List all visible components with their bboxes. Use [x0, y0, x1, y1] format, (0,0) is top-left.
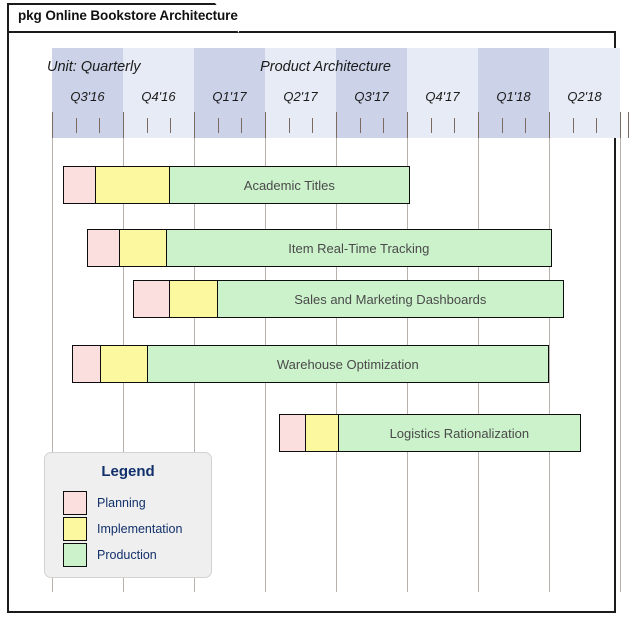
legend-swatch-implementation: [63, 517, 87, 541]
timeline-tick-minor: [217, 118, 219, 133]
timeline-quarter-label: Q2'17: [283, 89, 318, 104]
timeline-tick-major: [620, 112, 621, 138]
task-label: Academic Titles: [243, 177, 335, 193]
task-bar[interactable]: Logistics Rationalization: [279, 414, 581, 452]
timeline-tick-minor: [241, 118, 243, 133]
task-segment-implementation[interactable]: [95, 166, 171, 204]
task-label: Logistics Rationalization: [389, 425, 530, 441]
legend-label: Planning: [97, 496, 146, 510]
legend-title: Legend: [101, 463, 155, 480]
package-title-label: pkg Online Bookstore Architecture: [18, 8, 238, 23]
task-segment-planning[interactable]: [133, 280, 171, 318]
task-segment-production[interactable]: Item Real-Time Tracking: [165, 229, 552, 267]
task-segment-implementation[interactable]: [169, 280, 219, 318]
timeline-tick-minor: [596, 118, 598, 133]
timeline-quarter-label: Q4'17: [425, 89, 460, 104]
gridline-8: [620, 112, 621, 592]
task-segment-implementation[interactable]: [305, 414, 340, 452]
timeline-tick-major: [478, 112, 479, 138]
task-segment-planning[interactable]: [87, 229, 121, 267]
task-segment-planning[interactable]: [63, 166, 97, 204]
task-bar[interactable]: Warehouse Optimization: [72, 345, 549, 383]
task-bar[interactable]: Academic Titles: [63, 166, 410, 204]
diagram-canvas: Unit: Quarterly Product Architecture Q3'…: [0, 0, 635, 622]
timeline-tick-minor: [454, 118, 456, 133]
task-bar[interactable]: Item Real-Time Tracking: [87, 229, 552, 267]
task-segment-production[interactable]: Warehouse Optimization: [146, 345, 549, 383]
timeline-title: Product Architecture: [260, 59, 391, 75]
legend-label: Production: [97, 548, 157, 562]
timeline-quarter-label: Q4'16: [141, 89, 176, 104]
timeline-tick-major: [336, 112, 337, 138]
gridline-7: [549, 112, 550, 592]
legend-box: Legend Planning Implementation Production: [44, 452, 212, 578]
legend-label: Implementation: [97, 522, 183, 536]
task-label: Item Real-Time Tracking: [288, 240, 430, 256]
task-label: Sales and Marketing Dashboards: [294, 291, 487, 307]
timeline-tick-minor: [359, 118, 361, 133]
timeline-tick-minor: [525, 118, 527, 133]
timeline-tick-major: [194, 112, 195, 138]
task-segment-planning[interactable]: [279, 414, 307, 452]
task-segment-implementation[interactable]: [100, 345, 149, 383]
timeline-header: Unit: Quarterly Product Architecture Q3'…: [41, 48, 621, 138]
legend-swatch-planning: [63, 491, 87, 515]
legend-item-production: Production: [63, 543, 157, 567]
task-segment-planning[interactable]: [72, 345, 102, 383]
timeline-quarter-label: Q1'18: [496, 89, 531, 104]
task-segment-production[interactable]: Academic Titles: [168, 166, 410, 204]
timeline-tick-minor: [75, 118, 77, 133]
timeline-edge-tick: [628, 112, 629, 138]
task-segment-implementation[interactable]: [119, 229, 168, 267]
timeline-tick-minor: [383, 118, 385, 133]
timeline-quarter-label: Q2'18: [567, 89, 602, 104]
task-label: Warehouse Optimization: [276, 356, 419, 372]
timeline-tick-minor: [501, 118, 503, 133]
timeline-tick-minor: [430, 118, 432, 133]
timeline-tick-minor: [312, 118, 314, 133]
timeline-tick-minor: [146, 118, 148, 133]
task-segment-production[interactable]: Logistics Rationalization: [337, 414, 581, 452]
timeline-tick-minor: [572, 118, 574, 133]
task-segment-production[interactable]: Sales and Marketing Dashboards: [216, 280, 564, 318]
timeline-tick-minor: [99, 118, 101, 133]
timeline-quarter-label: Q3'16: [70, 89, 105, 104]
timeline-tick-major: [123, 112, 124, 138]
timeline-tick-minor: [170, 118, 172, 133]
task-bar[interactable]: Sales and Marketing Dashboards: [133, 280, 564, 318]
legend-swatch-production: [63, 543, 87, 567]
legend-item-implementation: Implementation: [63, 517, 182, 541]
timeline-quarter-label: Q1'17: [212, 89, 247, 104]
package-title-tab: pkg Online Bookstore Architecture: [7, 3, 239, 33]
timeline-tick-major: [407, 112, 408, 138]
timeline-tick-major: [549, 112, 550, 138]
timeline-tick-major: [52, 112, 53, 138]
timeline-quarter-label: Q3'17: [354, 89, 389, 104]
timeline-tick-minor: [288, 118, 290, 133]
legend-item-planning: Planning: [63, 491, 146, 515]
timeline-tick-major: [265, 112, 266, 138]
